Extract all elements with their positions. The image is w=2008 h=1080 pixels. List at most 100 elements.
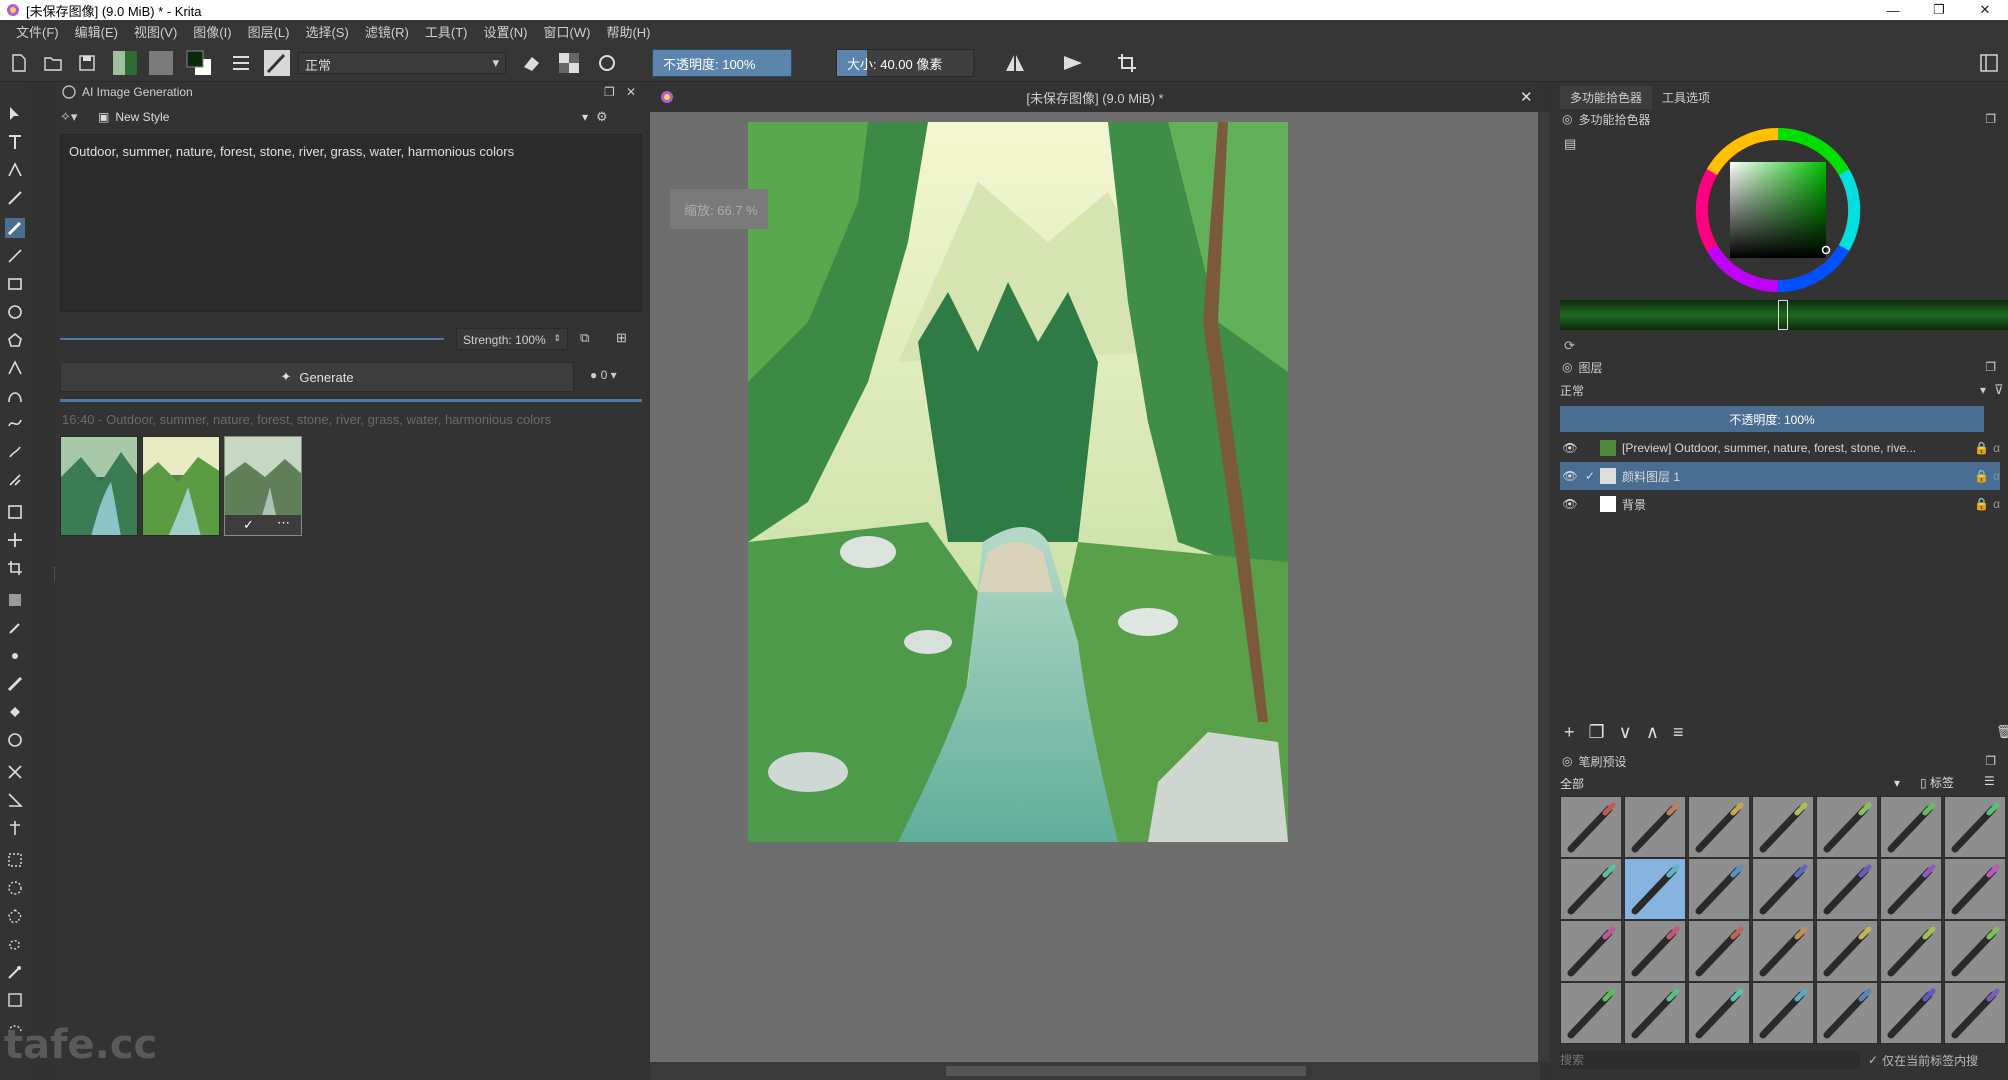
gradient-tool-icon[interactable] bbox=[5, 590, 25, 610]
crop-tool-icon[interactable] bbox=[5, 558, 25, 578]
dynamic-brush-tool-icon[interactable] bbox=[5, 442, 25, 462]
brush-preset-tile[interactable] bbox=[1752, 858, 1814, 920]
brush-preset-tile[interactable] bbox=[1944, 858, 2006, 920]
freehand-path-tool-icon[interactable] bbox=[5, 414, 25, 434]
brush-preset-tile[interactable] bbox=[1688, 982, 1750, 1044]
magic-wand-tool-icon[interactable] bbox=[5, 962, 25, 982]
eye-visibility-icon[interactable]: 👁 bbox=[1560, 441, 1580, 455]
generated-thumbnail-2[interactable] bbox=[142, 436, 220, 536]
brush-preset-tile[interactable] bbox=[1560, 796, 1622, 858]
eye-visibility-icon[interactable]: 👁 bbox=[1560, 497, 1580, 511]
menu-tools[interactable]: 工具(T) bbox=[417, 22, 476, 41]
color-settings-icon[interactable]: ▤ bbox=[1564, 136, 1576, 152]
blend-mode-select[interactable]: 正常 ▾ bbox=[298, 52, 506, 74]
alpha-lock-icon[interactable] bbox=[556, 50, 582, 76]
minimize-button[interactable]: — bbox=[1870, 3, 1916, 18]
menu-help[interactable]: 帮助(H) bbox=[598, 22, 658, 41]
mirror-horizontal-icon[interactable] bbox=[1002, 50, 1028, 76]
brush-preset-tile[interactable] bbox=[1624, 982, 1686, 1044]
more-options-icon[interactable]: ⋯ bbox=[277, 515, 290, 531]
generate-button[interactable]: ✦ Generate bbox=[60, 362, 574, 392]
brush-preset-tile[interactable] bbox=[1624, 796, 1686, 858]
polyline-tool-icon[interactable] bbox=[5, 358, 25, 378]
brush-preset-tile[interactable] bbox=[1752, 982, 1814, 1044]
alpha-lock-icon[interactable]: α bbox=[1993, 441, 2000, 455]
brush-preset-tile[interactable] bbox=[1560, 920, 1622, 982]
line-tool-icon[interactable] bbox=[5, 246, 25, 266]
menu-layer[interactable]: 图层(L) bbox=[240, 22, 298, 41]
enclose-fill-tool-icon[interactable] bbox=[5, 730, 25, 750]
generated-thumbnail-3[interactable]: ✓ ⋯ bbox=[224, 436, 302, 536]
float-docker-icon[interactable]: ❐ bbox=[1985, 360, 1996, 374]
reload-preset-icon[interactable] bbox=[594, 50, 620, 76]
eraser-icon[interactable] bbox=[518, 50, 544, 76]
brush-settings-icon[interactable] bbox=[228, 50, 254, 76]
docker-lock-icon[interactable]: ◎ bbox=[1562, 360, 1572, 374]
save-icon[interactable] bbox=[74, 50, 100, 76]
menu-window[interactable]: 窗口(W) bbox=[536, 22, 599, 41]
horizontal-scrollbar[interactable] bbox=[650, 1062, 1540, 1080]
assistant-tool-icon[interactable] bbox=[5, 762, 25, 782]
menu-settings[interactable]: 设置(N) bbox=[475, 22, 535, 41]
color-shade-bar[interactable] bbox=[1560, 300, 2008, 330]
colorize-mask-tool-icon[interactable] bbox=[5, 674, 25, 694]
duplicate-layer-icon[interactable]: ❐ bbox=[1589, 722, 1605, 743]
brush-preset-tile[interactable] bbox=[1880, 982, 1942, 1044]
eye-visibility-icon[interactable]: 👁 bbox=[1560, 469, 1580, 483]
rect-selection-tool-icon[interactable] bbox=[5, 850, 25, 870]
brush-preset-tile[interactable] bbox=[1752, 920, 1814, 982]
open-folder-icon[interactable] bbox=[40, 50, 66, 76]
layer-properties-icon[interactable]: ≡ bbox=[1673, 722, 1684, 743]
float-docker-icon[interactable]: ❐ bbox=[604, 85, 615, 99]
brush-preset-tile[interactable] bbox=[1816, 982, 1878, 1044]
fill-tool-icon[interactable] bbox=[5, 702, 25, 722]
style-settings-gear-icon[interactable]: ⚙ bbox=[596, 109, 608, 125]
polygon-tool-icon[interactable] bbox=[5, 330, 25, 350]
move-layer-up-icon[interactable]: ∧ bbox=[1646, 722, 1659, 743]
docker-lock-icon[interactable]: ◎ bbox=[1562, 112, 1572, 126]
mirror-vertical-icon[interactable] bbox=[1060, 50, 1086, 76]
docker-resize-handle[interactable] bbox=[54, 567, 56, 581]
brush-preset-tile[interactable] bbox=[1816, 858, 1878, 920]
brush-preset-tile[interactable] bbox=[1944, 982, 2006, 1044]
layer-lock-icon[interactable]: 🔒 bbox=[1974, 497, 1989, 511]
layer-filter-icon[interactable]: ⊽ bbox=[1994, 382, 2004, 398]
apply-checkmark-icon[interactable]: ✓ bbox=[243, 517, 254, 533]
similar-selection-tool-icon[interactable] bbox=[5, 990, 25, 1010]
brush-preset-tile[interactable] bbox=[1624, 858, 1686, 920]
brush-preset-icon[interactable] bbox=[264, 50, 290, 76]
menu-select[interactable]: 选择(S) bbox=[297, 22, 356, 41]
canvas-painting[interactable] bbox=[748, 122, 1288, 842]
layer-lock-icon[interactable]: 🔒 bbox=[1974, 469, 1989, 483]
freehand-selection-tool-icon[interactable] bbox=[5, 934, 25, 954]
magic-wand-icon[interactable]: ✧▾ bbox=[60, 109, 90, 125]
brush-preset-tile[interactable] bbox=[1688, 796, 1750, 858]
layer-row[interactable]: 👁 背景 🔒 α bbox=[1560, 490, 2000, 518]
brush-view-menu-icon[interactable]: ☰ bbox=[1984, 774, 1995, 788]
brush-preset-tile[interactable] bbox=[1944, 920, 2006, 982]
menu-edit[interactable]: 编辑(E) bbox=[67, 22, 126, 41]
brush-preset-tile[interactable] bbox=[1880, 858, 1942, 920]
rectangle-tool-icon[interactable] bbox=[5, 274, 25, 294]
ellipse-selection-tool-icon[interactable] bbox=[5, 878, 25, 898]
menu-image[interactable]: 图像(I) bbox=[185, 22, 239, 41]
close-window-button[interactable]: ✕ bbox=[1962, 2, 2008, 18]
color-picker-tool-icon[interactable] bbox=[5, 618, 25, 638]
measure-tool-icon[interactable] bbox=[5, 790, 25, 810]
brush-filter-select[interactable]: 全部 ▾ bbox=[1560, 774, 1900, 792]
alpha-lock-icon[interactable]: α bbox=[1993, 497, 2000, 511]
brush-preset-tile[interactable] bbox=[1752, 796, 1814, 858]
close-docker-icon[interactable]: ✕ bbox=[626, 85, 636, 99]
only-current-tag-checkbox[interactable]: ✓ bbox=[1868, 1053, 1878, 1067]
select-shapes-tool-icon[interactable] bbox=[5, 104, 25, 124]
pattern-icon[interactable] bbox=[148, 50, 174, 76]
layer-row[interactable]: 👁 ✓ 颜料图层 1 🔒 α bbox=[1560, 462, 2000, 490]
polygon-selection-tool-icon[interactable] bbox=[5, 906, 25, 926]
brush-preset-tile[interactable] bbox=[1560, 858, 1622, 920]
fg-bg-color-icon[interactable] bbox=[186, 50, 212, 76]
layer-opacity-slider[interactable]: 不透明度: 100% bbox=[1560, 406, 1984, 432]
strength-spinbox[interactable]: Strength: 100% ⇕ bbox=[456, 328, 568, 350]
layer-checkbox-checked-icon[interactable]: ✓ bbox=[1580, 469, 1600, 483]
color-wheel[interactable] bbox=[1694, 126, 1862, 294]
delete-layer-icon[interactable]: 🗑 bbox=[1996, 724, 2008, 740]
